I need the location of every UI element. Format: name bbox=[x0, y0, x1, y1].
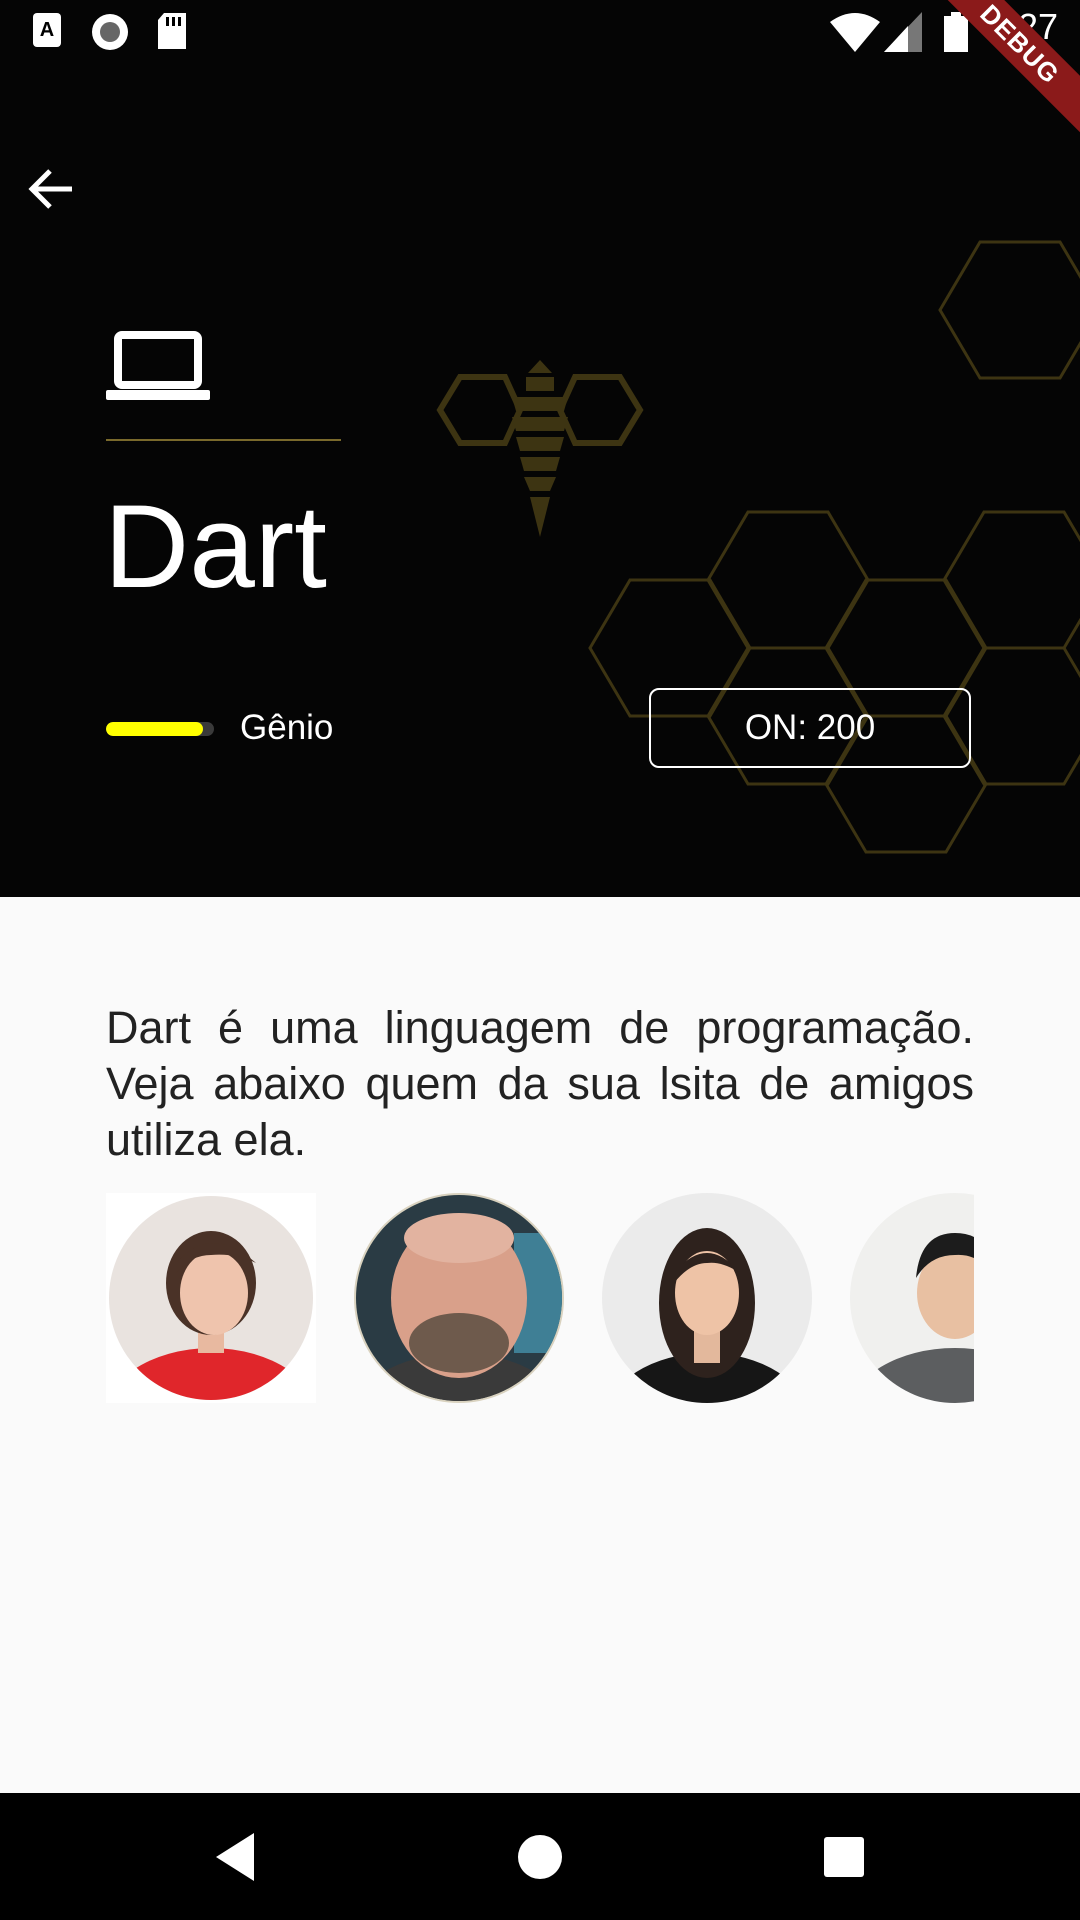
record-icon bbox=[92, 14, 128, 50]
level-progress-fill bbox=[106, 722, 204, 736]
battery-icon bbox=[944, 12, 968, 52]
page-title: Dart bbox=[104, 481, 327, 613]
level-label: Gênio bbox=[240, 708, 334, 747]
woman-dark-hair-avatar[interactable] bbox=[602, 1193, 812, 1403]
header: A 8:27 DEBUG Dart Gênio ON: 200 bbox=[0, 0, 1080, 897]
online-count-button[interactable]: ON: 200 bbox=[649, 688, 971, 768]
svg-text:A: A bbox=[40, 19, 54, 41]
navigation-bar bbox=[0, 1793, 1080, 1920]
woman-red-shirt-avatar[interactable] bbox=[106, 1193, 316, 1403]
description-text: Dart é uma linguagem de programação. Vej… bbox=[106, 1002, 974, 1165]
laptop-icon bbox=[106, 331, 210, 400]
level-progress-bar bbox=[106, 722, 214, 736]
bee-logo-icon bbox=[436, 360, 644, 537]
sd-card-icon bbox=[158, 13, 186, 49]
recents-square-icon[interactable] bbox=[810, 1823, 878, 1891]
signal-icon bbox=[884, 12, 922, 52]
man-gray-sweater-avatar[interactable] bbox=[850, 1193, 974, 1403]
bald-man-avatar[interactable] bbox=[354, 1193, 564, 1403]
a-notification-icon: A bbox=[33, 13, 61, 47]
home-circle-icon[interactable] bbox=[506, 1823, 574, 1891]
back-triangle-icon[interactable] bbox=[202, 1823, 270, 1891]
friends-list[interactable] bbox=[106, 1193, 974, 1403]
arrow-back-icon[interactable] bbox=[28, 165, 76, 213]
title-divider bbox=[106, 439, 341, 441]
wifi-icon bbox=[830, 13, 880, 52]
status-bar: A 8:27 bbox=[0, 0, 1080, 64]
